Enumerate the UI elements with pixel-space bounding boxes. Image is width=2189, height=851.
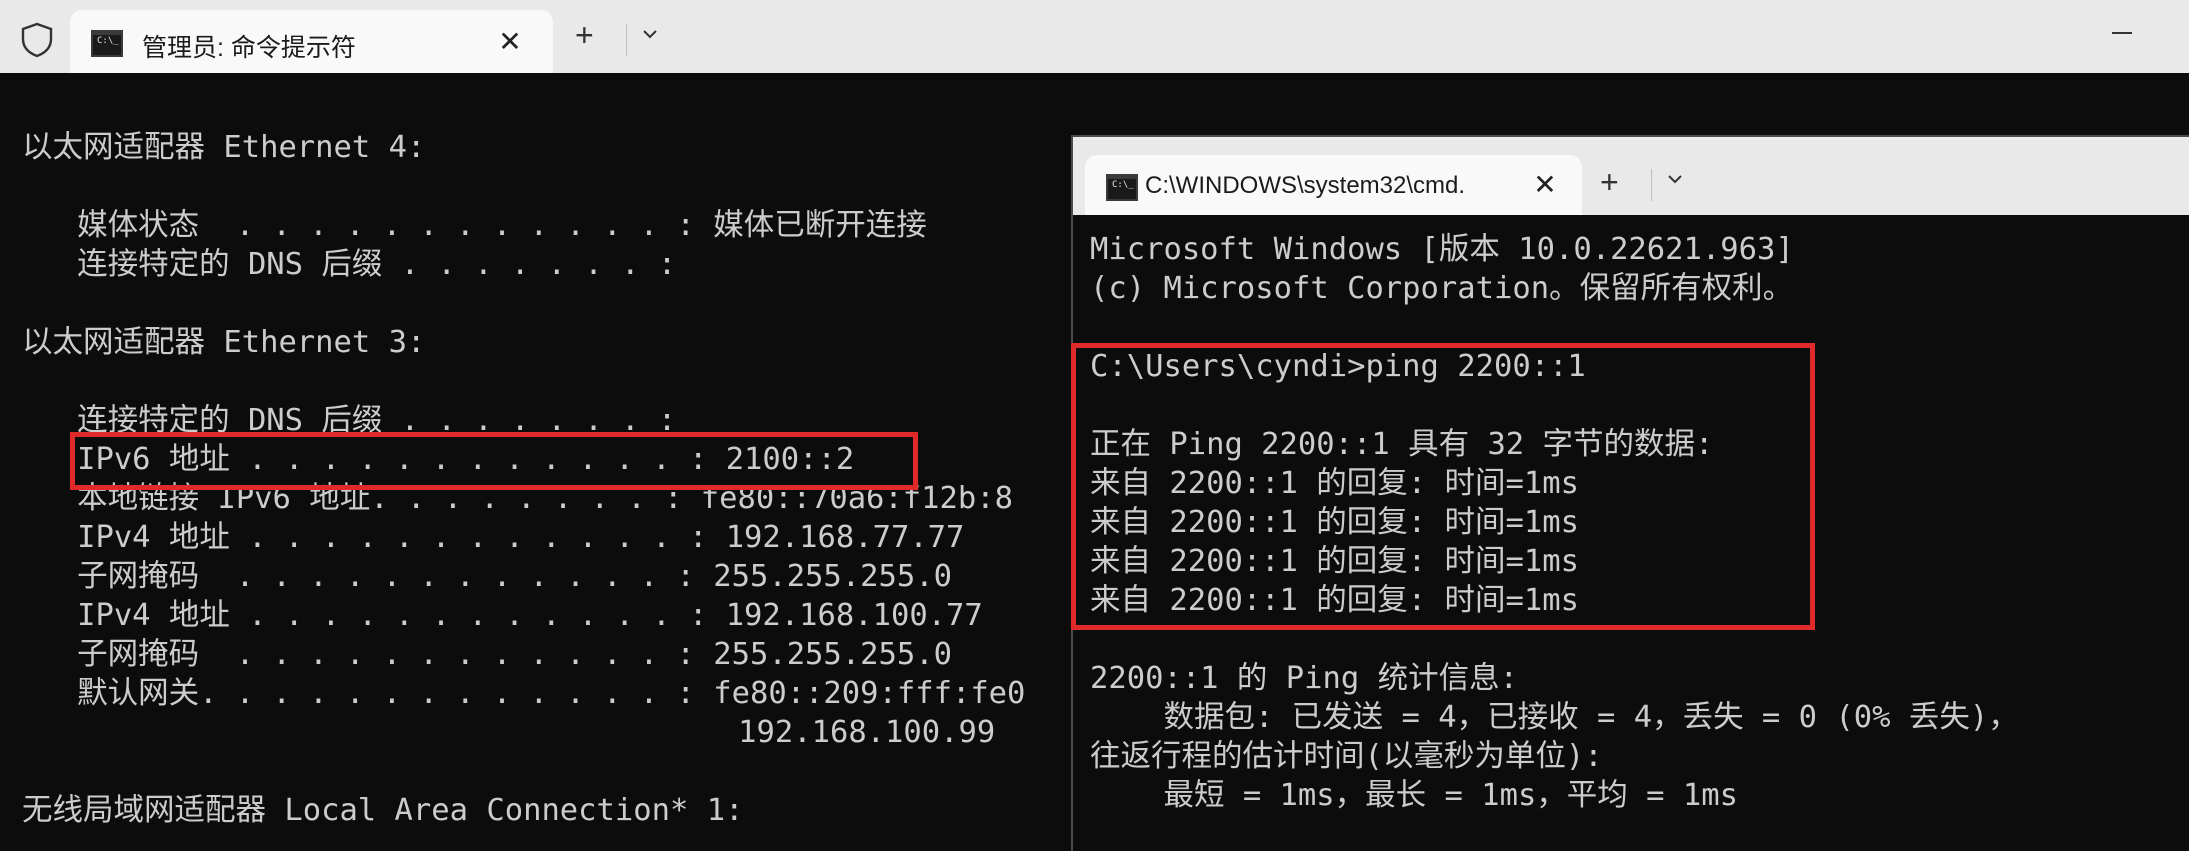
tab-title: 管理员: 命令提示符 [142, 34, 356, 62]
cmd-icon: C:\_ [1106, 174, 1138, 201]
cmd-icon: C:\_ [91, 30, 123, 57]
terminal-line: 往返行程的估计时间(以毫秒为单位): [1090, 739, 1603, 774]
minimize-button[interactable] [2112, 32, 2132, 34]
highlight-box-ipv6 [70, 432, 918, 490]
front-cmd-window[interactable]: C:\_ C:\WINDOWS\system32\cmd. ✕ + Micros… [1071, 135, 2189, 851]
terminal-line: 无线局域网适配器 Local Area Connection* 1: [22, 793, 744, 828]
chevron-down-icon[interactable] [1663, 167, 1687, 191]
tab-title: C:\WINDOWS\system32\cmd. [1145, 172, 1466, 199]
terminal-line: 192.168.100.99 [22, 715, 996, 750]
terminal-line: 连接特定的 DNS 后缀 . . . . . . . : [22, 247, 677, 282]
highlight-box-ping [1071, 343, 1815, 630]
terminal-line: (c) Microsoft Corporation。保留所有权利。 [1090, 271, 1794, 306]
terminal-line: 以太网适配器 Ethernet 4: [22, 130, 426, 165]
new-tab-button[interactable]: + [1600, 165, 1619, 199]
terminal-line: 默认网关. . . . . . . . . . . . . : fe80::20… [22, 676, 1026, 711]
back-window-titlebar: C:\_ 管理员: 命令提示符 ✕ + [0, 0, 2189, 73]
tab-command-prompt-admin[interactable]: C:\_ 管理员: 命令提示符 ✕ [70, 10, 553, 73]
close-tab-button[interactable]: ✕ [1525, 165, 1565, 205]
close-tab-button[interactable]: ✕ [490, 22, 530, 62]
divider [1651, 169, 1652, 201]
terminal-line: 子网掩码 . . . . . . . . . . . . : 255.255.2… [22, 559, 952, 594]
shield-icon [21, 22, 53, 58]
front-window-titlebar: C:\_ C:\WINDOWS\system32\cmd. ✕ + [1073, 137, 2189, 215]
terminal-line: 子网掩码 . . . . . . . . . . . . : 255.255.2… [22, 637, 952, 672]
terminal-line: 以太网适配器 Ethernet 3: [22, 325, 426, 360]
chevron-down-icon[interactable] [638, 22, 662, 46]
terminal-line: Microsoft Windows [版本 10.0.22621.963] [1090, 232, 1794, 267]
tab-cmd[interactable]: C:\_ C:\WINDOWS\system32\cmd. ✕ [1085, 155, 1582, 215]
terminal-line: IPv4 地址 . . . . . . . . . . . . : 192.16… [22, 598, 983, 633]
terminal-line: 最短 = 1ms，最长 = 1ms，平均 = 1ms [1090, 778, 1738, 813]
divider [626, 24, 627, 56]
terminal-line: 媒体状态 . . . . . . . . . . . . : 媒体已断开连接 [22, 208, 927, 243]
terminal-line: IPv4 地址 . . . . . . . . . . . . : 192.16… [22, 520, 965, 555]
new-tab-button[interactable]: + [575, 18, 594, 52]
terminal-line: 数据包: 已发送 = 4，已接收 = 4，丢失 = 0 (0% 丢失)， [1090, 700, 2019, 735]
terminal-line: 2200::1 的 Ping 统计信息: [1090, 661, 1518, 696]
